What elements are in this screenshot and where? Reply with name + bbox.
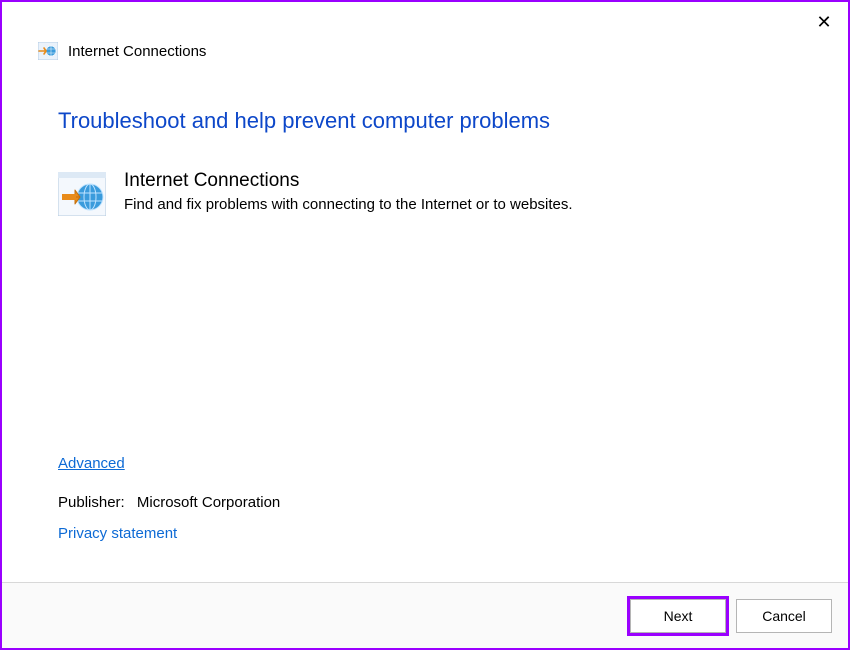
- section-description: Find and fix problems with connecting to…: [124, 196, 573, 213]
- cancel-button[interactable]: Cancel: [736, 599, 832, 633]
- content-area: Troubleshoot and help prevent computer p…: [2, 78, 848, 582]
- header-row: Internet Connections: [2, 42, 848, 78]
- publisher-value: Microsoft Corporation: [137, 494, 280, 511]
- troubleshooter-section: Internet Connections Find and fix proble…: [58, 170, 792, 216]
- privacy-statement-link[interactable]: Privacy statement: [58, 525, 792, 542]
- header-title: Internet Connections: [68, 43, 206, 60]
- section-title: Internet Connections: [124, 170, 573, 192]
- troubleshooter-window: ✕ Internet Connections Troubleshoot and …: [0, 0, 850, 650]
- footer: Next Cancel: [2, 582, 848, 648]
- publisher-label: Publisher:: [58, 494, 125, 511]
- close-button[interactable]: ✕: [810, 8, 838, 36]
- titlebar: ✕: [2, 2, 848, 42]
- internet-connections-large-icon: [58, 172, 106, 216]
- publisher-row: Publisher: Microsoft Corporation: [58, 494, 792, 511]
- section-text: Internet Connections Find and fix proble…: [124, 170, 573, 213]
- internet-connections-small-icon: [38, 42, 58, 60]
- page-heading: Troubleshoot and help prevent computer p…: [58, 108, 792, 134]
- close-icon: ✕: [816, 12, 831, 33]
- next-button[interactable]: Next: [630, 599, 726, 633]
- advanced-link[interactable]: Advanced: [58, 455, 792, 472]
